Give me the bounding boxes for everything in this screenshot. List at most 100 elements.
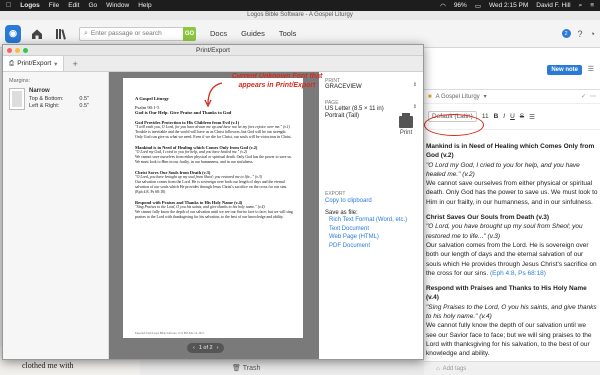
page-size-value: US Letter (8.5 × 11 in): [325, 105, 384, 112]
annotation-text: Current Unknown Font that appears in Pri…: [231, 73, 323, 89]
nav-guides[interactable]: Guides: [241, 29, 265, 38]
add-tags-field[interactable]: ⌂ Add tags: [424, 361, 600, 375]
new-note-button[interactable]: New note: [547, 65, 582, 75]
menu-window[interactable]: Window: [106, 2, 129, 9]
wifi-icon[interactable]: ◠: [440, 2, 446, 10]
notebook-link[interactable]: A Gospel Liturgy: [436, 94, 480, 100]
export-html-link[interactable]: Web Page (HTML): [325, 233, 417, 242]
scripture-ref-link[interactable]: (Eph 4:8, Ps 68:18): [490, 270, 546, 277]
logos-icon: ◉: [5, 24, 21, 43]
account-icon[interactable]: ◔: [590, 29, 595, 39]
italic-icon[interactable]: I: [503, 113, 505, 120]
trash-button[interactable]: 🗑 Trash: [232, 364, 260, 372]
search-icon: ⌕: [84, 29, 88, 37]
search-box: ⌕: [79, 26, 184, 41]
menu-bar:  Logos File Edit Go Window Help ◠ 96% ▭…: [0, 0, 600, 11]
underline-icon[interactable]: U: [510, 113, 515, 120]
battery-icon[interactable]: ▭: [475, 2, 481, 10]
preview-paragraph: We cannot save ourselves from either phy…: [135, 155, 292, 164]
export-text-link[interactable]: Text Document: [325, 225, 417, 234]
list-icon[interactable]: ☰: [529, 113, 535, 121]
zoom-button[interactable]: [23, 47, 28, 53]
tab-print-export[interactable]: ⎙ Print/Export ▾: [3, 56, 65, 71]
page-navigator: ‹ 1 of 2 ›: [187, 343, 225, 353]
minimize-button[interactable]: [15, 47, 20, 53]
trash-icon: 🗑: [232, 365, 241, 372]
menu-app[interactable]: Logos: [20, 2, 40, 9]
spotlight-icon[interactable]: ⌕: [579, 2, 583, 10]
notifications-icon[interactable]: ≡: [590, 2, 594, 9]
copy-to-clipboard-link[interactable]: Copy to clipboard: [325, 197, 417, 206]
note-heading: Mankind is in Need of Healing which Come…: [426, 143, 595, 160]
margin-option-narrow[interactable]: Narrow Top & Bottom: 0.5" Left & Right: 0.…: [9, 88, 102, 111]
note-heading: Christ Saves Our Souls from Death (v.3): [426, 214, 550, 222]
menu-file[interactable]: File: [49, 2, 59, 9]
preview-paragraph: We cannot fully know the depth of our sa…: [135, 210, 293, 219]
nav-tools[interactable]: Tools: [279, 29, 297, 38]
menu-go[interactable]: Go: [88, 2, 97, 9]
panel-menu-icon[interactable]: ☰: [588, 65, 594, 73]
search-input[interactable]: [90, 30, 171, 37]
tag-icon: ⌂: [436, 365, 440, 372]
settings-pane: PRINT GRACEVIEW ⇕ PAGE US Letter (8.5 × …: [319, 72, 423, 359]
menu-help[interactable]: Help: [138, 2, 151, 9]
home-icon[interactable]: [29, 26, 45, 42]
strike-icon[interactable]: S: [520, 113, 524, 120]
note-quote: "O Lord, you have brought up my soul fro…: [426, 223, 583, 240]
print-button-label: Print: [399, 130, 413, 136]
export-pdf-link[interactable]: PDF Document: [325, 242, 417, 251]
dialog-titlebar: Print/Export: [3, 45, 423, 56]
tab-menu-icon[interactable]: ▾: [54, 60, 57, 68]
margin-tb-label: Top & Bottom:: [29, 95, 64, 102]
library-icon[interactable]: [53, 26, 69, 42]
close-button[interactable]: [7, 47, 12, 53]
printer-select[interactable]: PRINT GRACEVIEW ⇕: [325, 78, 417, 92]
more-icon[interactable]: ⋯: [590, 93, 596, 100]
add-tab-button[interactable]: +: [64, 56, 85, 71]
preview-psalm-subtitle: God is Our Help. Give Praise and Thanks …: [135, 110, 232, 115]
margin-lr-label: Left & Right:: [29, 103, 60, 109]
margin-name: Narrow: [29, 88, 50, 94]
menu-user[interactable]: David F. Hill: [536, 2, 570, 9]
note-paragraph: We cannot fully know the depth of our sa…: [426, 322, 592, 358]
margin-thumbnail: [9, 88, 25, 110]
check-icon[interactable]: ✓: [581, 93, 586, 100]
export-rtf-link[interactable]: Rich Text Format (Word, etc.): [325, 216, 417, 225]
note-content[interactable]: Mankind is in Need of Healing which Come…: [424, 130, 600, 359]
logos-home-button[interactable]: ◉: [5, 24, 21, 43]
battery-percent: 96%: [453, 2, 467, 9]
print-button[interactable]: Print: [399, 113, 413, 136]
note-color-icon[interactable]: ■: [428, 94, 432, 100]
note-heading: Respond with Praises and Thanks to His H…: [426, 285, 587, 302]
preview-footer: Exported from Logos Bible Software, 2:15…: [135, 332, 205, 335]
preview-page: A Gospel Liturgy Psalm 90:1-5 God is Our…: [123, 78, 303, 338]
prev-page-icon[interactable]: ‹: [193, 345, 195, 351]
print-preview: A Gospel Liturgy Psalm 90:1-5 God is Our…: [109, 72, 319, 359]
margin-row: Top & Bottom: 0.5": [29, 96, 89, 104]
chevron-down-icon[interactable]: ▾: [484, 93, 487, 100]
trash-label: Trash: [242, 365, 261, 372]
note-quote: "O Lord my God, I cried to you for help,…: [426, 161, 580, 178]
apple-icon[interactable]: : [6, 2, 11, 9]
updown-icon: ⇕: [412, 82, 417, 88]
notification-badge[interactable]: 2: [561, 29, 571, 38]
bold-icon[interactable]: B: [494, 113, 499, 120]
dialog-title: Print/Export: [196, 47, 230, 54]
go-button[interactable]: GO: [183, 26, 196, 41]
app-window-title: Logos Bible Software - A Gospel Liturgy: [0, 11, 600, 20]
notes-panel: New note ☰ ■ A Gospel Liturgy ▾ ✓ ⋯ Defa…: [424, 48, 600, 375]
printer-icon: [399, 113, 413, 128]
preview-paragraph: Trouble is inevitable and the world will…: [135, 130, 292, 139]
menu-clock[interactable]: Wed 2:15 PM: [489, 2, 528, 9]
window-controls: [7, 47, 28, 53]
tab-label: Print/Export: [17, 60, 52, 67]
margin-lr-value: 0.5": [79, 103, 89, 109]
dialog-tabs: ⎙ Print/Export ▾ +: [3, 56, 423, 72]
menu-edit[interactable]: Edit: [68, 2, 79, 9]
margin-tb-value: 0.5": [79, 95, 89, 102]
font-size-select[interactable]: 11: [482, 113, 489, 120]
nav-docs[interactable]: Docs: [210, 29, 227, 38]
next-page-icon[interactable]: ›: [217, 345, 219, 351]
help-icon[interactable]: ?: [578, 29, 583, 39]
printer-value: GRACEVIEW: [325, 84, 362, 90]
